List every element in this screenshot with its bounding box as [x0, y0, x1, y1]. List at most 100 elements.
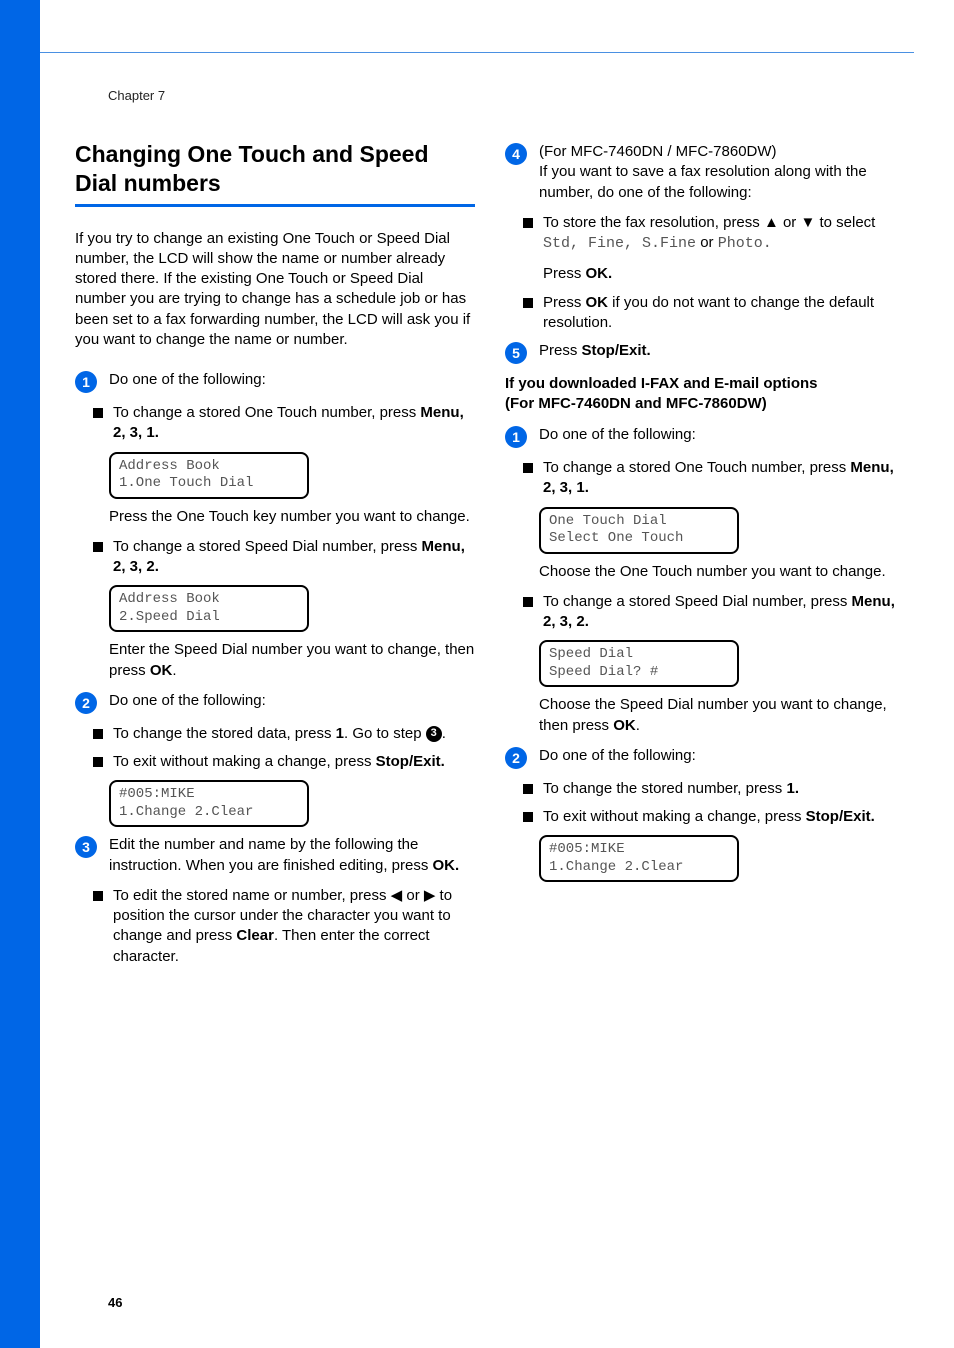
intro-paragraph: If you try to change an existing One Tou… — [75, 229, 475, 351]
content-columns: Changing One Touch and Speed Dial number… — [75, 140, 905, 975]
subheading-line1: If you downloaded I-FAX and E-mail optio… — [505, 374, 905, 394]
r-step1-bullet-a-pre: To change a stored One Touch number, pre… — [543, 459, 850, 476]
lcd-line2: Select One Touch — [549, 530, 729, 548]
step4-text: If you want to save a fax resolution alo… — [539, 163, 867, 200]
step1-after-a: Press the One Touch key number you want … — [109, 507, 475, 527]
lcd-line1: Address Book — [119, 458, 299, 476]
step1-bullet-a-pre: To change a stored One Touch number, pre… — [113, 404, 420, 421]
lcd-line2: 1.One Touch Dial — [119, 475, 299, 493]
step4-prefix: (For MFC-7460DN / MFC-7860DW) — [539, 143, 777, 160]
ok-key: OK — [150, 662, 173, 679]
step1-after-b: Enter the Speed Dial number you want to … — [109, 640, 475, 681]
ok-key: OK — [613, 717, 636, 734]
bullet-icon — [523, 812, 533, 822]
bullet-icon — [93, 757, 103, 767]
r-step1-bullet-a-text: To change a stored One Touch number, pre… — [543, 458, 905, 499]
r-step2-bullet-b: To exit without making a change, press S… — [523, 807, 905, 827]
left-column: Changing One Touch and Speed Dial number… — [75, 140, 475, 975]
r-step2-bullet-b-pre: To exit without making a change, press — [543, 808, 806, 825]
step2-bullet-b-text: To exit without making a change, press S… — [113, 752, 475, 772]
step1-bullet-a-text: To change a stored One Touch number, pre… — [113, 403, 475, 444]
step-4-body: (For MFC-7460DN / MFC-7860DW) If you wan… — [539, 142, 905, 203]
lcd-line2: 1.Change 2.Clear — [119, 804, 299, 822]
subheading-line2: (For MFC-7460DN and MFC-7860DW) — [505, 394, 905, 414]
step1-bullet-b: To change a stored Speed Dial number, pr… — [93, 537, 475, 578]
step4-bullet-a-text: To store the fax resolution, press ▲ or … — [543, 213, 905, 285]
r-step-2: 2 Do one of the following: — [505, 746, 905, 769]
r-step-2-body: Do one of the following: — [539, 746, 905, 766]
step4-bullet-b: Press OK if you do not want to change th… — [523, 293, 905, 334]
stop-exit-key: Stop/Exit. — [582, 342, 651, 359]
r-step2-bullet-a-pre: To change the stored number, press — [543, 780, 786, 797]
ok-key: OK. — [586, 265, 613, 282]
lcd-line1: Address Book — [119, 591, 299, 609]
step-3-body: Edit the number and name by the followin… — [109, 835, 475, 876]
r-step2-bullet-a-text: To change the stored number, press 1. — [543, 779, 905, 799]
step-badge-3: 3 — [75, 836, 97, 858]
ok-key: OK. — [433, 857, 460, 874]
key-1: 1. — [786, 780, 799, 797]
step2-bullet-a-post: . Go to step — [344, 725, 426, 742]
press-label: Press — [543, 265, 586, 282]
step2-bullet-a: To change the stored data, press 1. Go t… — [93, 724, 475, 744]
lcd-line2: 2.Speed Dial — [119, 609, 299, 627]
photo-option: Photo. — [718, 235, 772, 252]
r-step2-bullet-b-text: To exit without making a change, press S… — [543, 807, 905, 827]
lcd-line1: #005:MIKE — [549, 841, 729, 859]
lcd-line2: Speed Dial? # — [549, 664, 729, 682]
bullet-icon — [523, 463, 533, 473]
step2-bullet-a-pre: To change the stored data, press — [113, 725, 336, 742]
bullet-icon — [93, 729, 103, 739]
step-5-body: Press Stop/Exit. — [539, 341, 905, 361]
step-2: 2 Do one of the following: — [75, 691, 475, 714]
lcd-line1: Speed Dial — [549, 646, 729, 664]
step-badge-5: 5 — [505, 342, 527, 364]
lcd-line2: 1.Change 2.Clear — [549, 859, 729, 877]
sidebar-bar — [0, 0, 40, 1348]
bullet-icon — [523, 597, 533, 607]
step1-bullet-a: To change a stored One Touch number, pre… — [93, 403, 475, 444]
step-5: 5 Press Stop/Exit. — [505, 341, 905, 364]
press-label: Press — [539, 342, 582, 359]
r-step1-after-b-text: Choose the Speed Dial number you want to… — [539, 696, 887, 733]
step-badge-4: 4 — [505, 143, 527, 165]
step3-bullet-a-text: To edit the stored name or number, press… — [113, 886, 475, 967]
step3-bullet-a: To edit the stored name or number, press… — [93, 886, 475, 967]
or-text: or — [696, 234, 718, 251]
r-step2-bullet-a: To change the stored number, press 1. — [523, 779, 905, 799]
step1-bullet-b-pre: To change a stored Speed Dial number, pr… — [113, 538, 422, 555]
press-label: Press — [543, 294, 586, 311]
step4-bullet-a: To store the fax resolution, press ▲ or … — [523, 213, 905, 285]
step2-bullet-b: To exit without making a change, press S… — [93, 752, 475, 772]
clear-key: Clear — [236, 927, 274, 944]
r-step1-bullet-b-text: To change a stored Speed Dial number, pr… — [543, 592, 905, 633]
step-1-body: Do one of the following: — [109, 370, 475, 390]
lcd-line1: #005:MIKE — [119, 786, 299, 804]
step-3: 3 Edit the number and name by the follow… — [75, 835, 475, 876]
step3-text: Edit the number and name by the followin… — [109, 836, 433, 873]
r-step-1: 1 Do one of the following: — [505, 425, 905, 448]
stop-exit-key: Stop/Exit. — [376, 753, 445, 770]
page-number: 46 — [108, 1295, 122, 1310]
lcd-mike-change-clear-r: #005:MIKE 1.Change 2.Clear — [539, 835, 739, 882]
lcd-address-book-onetouch: Address Book 1.One Touch Dial — [109, 452, 309, 499]
step-1: 1 Do one of the following: — [75, 370, 475, 393]
subheading: If you downloaded I-FAX and E-mail optio… — [505, 374, 905, 413]
step2-bullet-a-text: To change the stored data, press 1. Go t… — [113, 724, 475, 744]
ok-key: OK — [586, 294, 609, 311]
chapter-label: Chapter 7 — [108, 88, 165, 103]
step2-bullet-b-pre: To exit without making a change, press — [113, 753, 376, 770]
r-step1-after-a: Choose the One Touch number you want to … — [539, 562, 905, 582]
r-step-1-body: Do one of the following: — [539, 425, 905, 445]
right-column: 4 (For MFC-7460DN / MFC-7860DW) If you w… — [505, 140, 905, 975]
step-ref-3-icon: 3 — [426, 726, 442, 742]
step-badge-1: 1 — [505, 426, 527, 448]
step-2-body: Do one of the following: — [109, 691, 475, 711]
lcd-line1: One Touch Dial — [549, 513, 729, 531]
bullet-icon — [93, 408, 103, 418]
step-badge-2: 2 — [505, 747, 527, 769]
top-rule — [40, 52, 914, 53]
step-badge-1: 1 — [75, 371, 97, 393]
bullet-icon — [523, 218, 533, 228]
stop-exit-key: Stop/Exit. — [806, 808, 875, 825]
